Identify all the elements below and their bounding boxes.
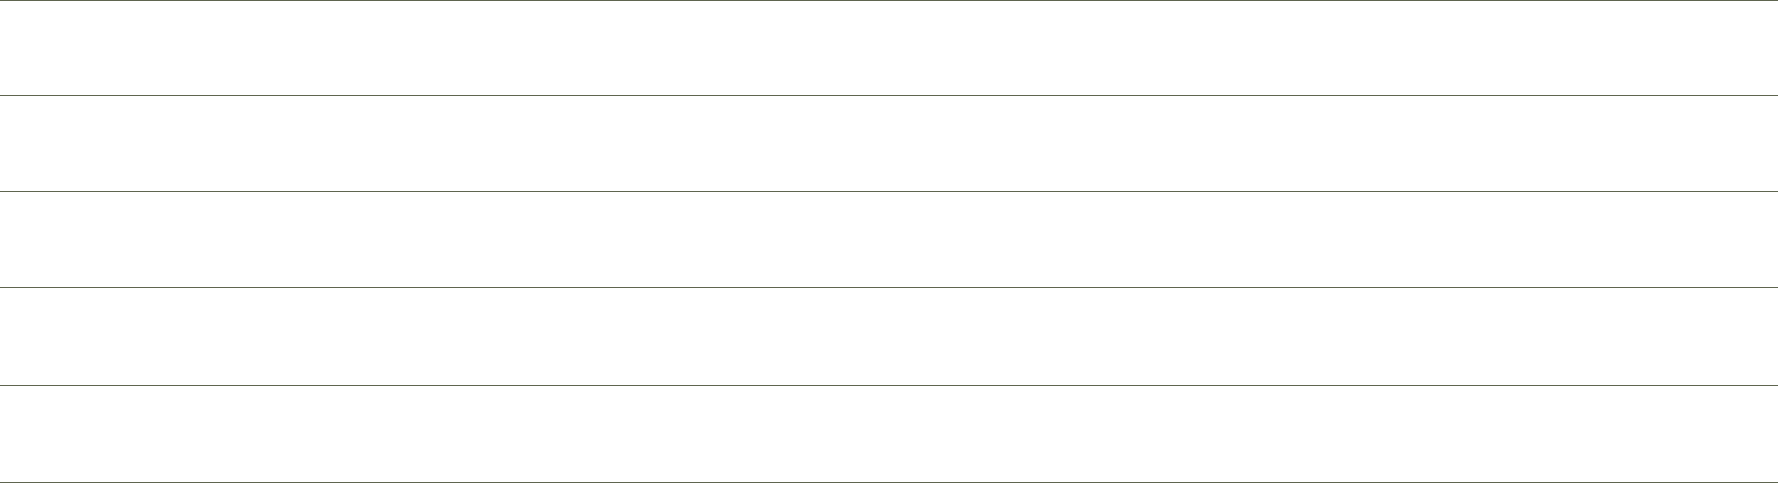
ruled-line	[0, 287, 1778, 288]
ruled-page	[0, 0, 1778, 483]
ruled-line	[0, 95, 1778, 96]
ruled-line	[0, 0, 1778, 1]
ruled-line	[0, 385, 1778, 386]
ruled-line	[0, 191, 1778, 192]
